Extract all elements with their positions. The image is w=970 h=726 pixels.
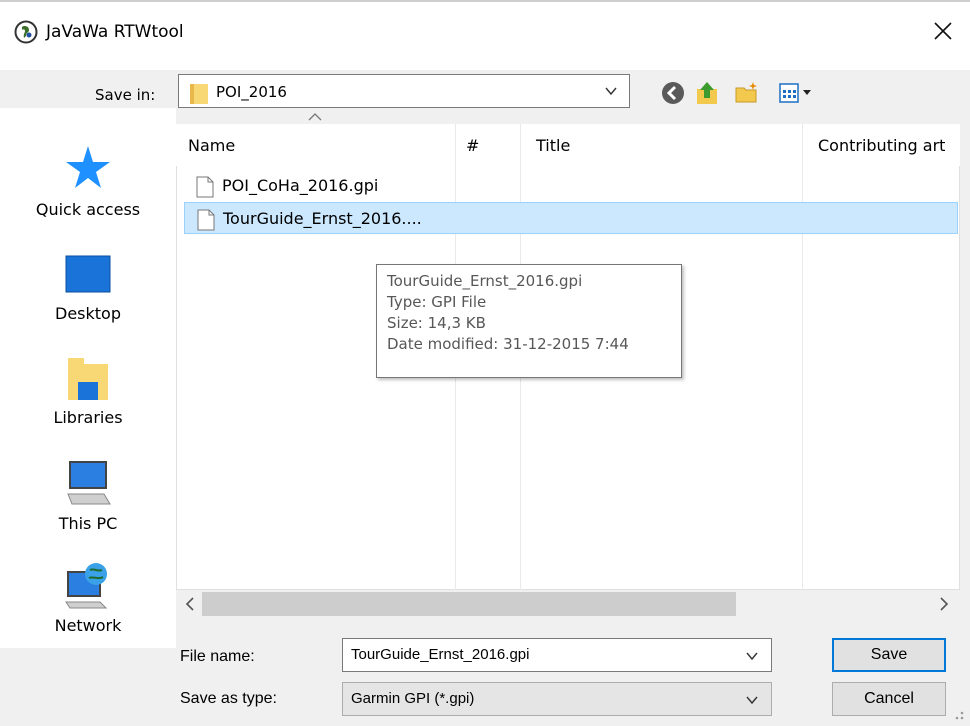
cancel-button[interactable]: Cancel <box>832 682 946 716</box>
star-icon <box>66 146 110 188</box>
place-label: Quick access <box>35 200 141 219</box>
scroll-right-icon[interactable] <box>934 592 954 616</box>
window-top-edge <box>0 0 970 8</box>
place-label: Libraries <box>53 408 123 427</box>
place-network[interactable]: Network <box>0 560 176 660</box>
list-item-selected[interactable]: TourGuide_Ernst_2016.... <box>184 202 958 234</box>
place-this-pc[interactable]: This PC <box>0 458 176 558</box>
window-title: JaVaWa RTWtool <box>46 22 184 42</box>
close-button[interactable] <box>926 14 960 48</box>
tooltip-filename: TourGuide_Ernst_2016.gpi <box>387 272 583 290</box>
column-header-number[interactable]: # <box>466 136 479 155</box>
new-folder-icon[interactable] <box>734 80 760 106</box>
sort-up-icon <box>308 113 322 121</box>
scrollbar-thumb[interactable] <box>202 592 736 616</box>
place-label: This PC <box>58 514 118 533</box>
place-label: Desktop <box>55 304 121 323</box>
desktop-icon <box>65 255 111 293</box>
column-divider[interactable] <box>802 124 803 590</box>
app-icon <box>14 20 38 44</box>
places-bar: Quick access Desktop Libraries This PC N… <box>0 108 176 648</box>
file-name-value: TourGuide_Ernst_2016.gpi <box>351 646 530 663</box>
place-libraries[interactable]: Libraries <box>0 354 176 454</box>
column-header-title[interactable]: Title <box>536 136 570 155</box>
computer-icon <box>67 461 111 505</box>
file-tooltip: TourGuide_Ernst_2016.gpi Type: GPI File … <box>376 264 682 378</box>
column-header-name[interactable]: Name <box>188 136 235 155</box>
list-item[interactable]: POI_CoHa_2016.gpi <box>184 170 454 202</box>
file-name: TourGuide_Ernst_2016.... <box>223 209 422 228</box>
up-folder-icon[interactable] <box>694 80 720 106</box>
folder-icon <box>190 84 208 104</box>
save-as-type-label: Save as type: <box>180 690 277 707</box>
save-button[interactable]: Save <box>832 638 946 672</box>
scroll-left-icon[interactable] <box>180 592 200 616</box>
place-desktop[interactable]: Desktop <box>0 248 176 348</box>
chevron-down-icon[interactable] <box>745 649 759 663</box>
close-icon <box>934 22 952 40</box>
save-in-label: Save in: <box>95 86 156 104</box>
place-quick-access[interactable]: Quick access <box>0 140 176 240</box>
view-menu-icon[interactable] <box>776 80 818 106</box>
save-in-value: POI_2016 <box>216 83 287 101</box>
file-name: POI_CoHa_2016.gpi <box>222 176 379 195</box>
file-icon <box>197 209 215 231</box>
tooltip-date-modified: Date modified: 31-12-2015 7:44 <box>387 335 629 353</box>
back-icon[interactable] <box>660 80 686 106</box>
resize-grip-icon[interactable] <box>944 700 966 722</box>
tooltip-size: Size: 14,3 KB <box>387 314 486 332</box>
chevron-down-icon[interactable] <box>604 84 618 98</box>
place-label: Network <box>54 616 122 635</box>
list-header: Name # Title Contributing art <box>176 124 960 166</box>
file-name-label: File name: <box>180 648 255 665</box>
network-icon <box>65 563 108 609</box>
save-as-type-value: Garmin GPI (*.gpi) <box>351 690 475 707</box>
chevron-down-icon[interactable] <box>745 693 759 707</box>
file-icon <box>196 176 214 198</box>
libraries-icon <box>68 358 108 400</box>
file-name-input[interactable]: TourGuide_Ernst_2016.gpi <box>342 638 772 672</box>
column-header-contributing-artists[interactable]: Contributing art <box>818 136 960 155</box>
save-as-type-select[interactable]: Garmin GPI (*.gpi) <box>342 682 772 716</box>
tooltip-type: Type: GPI File <box>387 293 487 311</box>
